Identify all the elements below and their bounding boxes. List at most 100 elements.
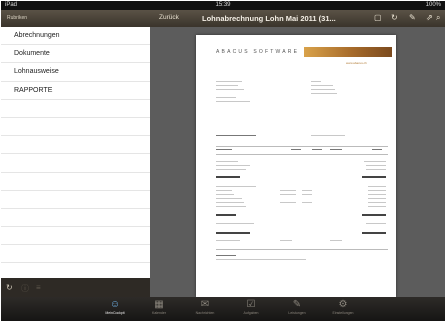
text-line [311, 135, 345, 137]
text-line [216, 135, 256, 137]
sidebar-title: Rubriken [7, 15, 28, 21]
text-line [362, 176, 386, 178]
text-line [366, 165, 386, 167]
payslip-document[interactable]: ABACUS SOFTWARE www.abacus.ch [196, 35, 396, 297]
text-line [311, 85, 333, 87]
text-line [216, 232, 250, 234]
tab-label: MeinCockpit [105, 311, 125, 315]
checklist-icon: ☑ [246, 299, 256, 310]
sidebar-item-dokumente[interactable]: Dokumente [1, 45, 150, 64]
text-line [216, 149, 232, 151]
sidebar-header: Rubriken [1, 10, 150, 27]
sidebar-item-rapporte[interactable]: RAPPORTE [1, 82, 150, 100]
text-line [216, 194, 234, 196]
empty-row [1, 191, 150, 209]
tab-aufgaben[interactable]: ☑ Aufgaben [227, 298, 275, 320]
text-line [311, 89, 335, 91]
text-line [216, 169, 246, 171]
text-line [216, 101, 250, 103]
text-line [291, 149, 301, 151]
empty-row [1, 154, 150, 173]
clock: 15:39 [215, 2, 231, 8]
text-line [330, 149, 342, 151]
search-icon[interactable]: ⌕ [436, 13, 440, 23]
empty-row [1, 100, 150, 118]
company-name: ABACUS SOFTWARE [216, 49, 300, 55]
divider [216, 249, 388, 250]
text-line [362, 214, 386, 216]
text-line [368, 198, 386, 200]
text-line [302, 190, 312, 192]
refresh-icon[interactable]: ↻ [6, 283, 13, 292]
text-line [364, 161, 386, 163]
tab-label: Nachrichten [195, 311, 215, 315]
text-line [216, 190, 232, 192]
text-line [216, 89, 244, 91]
text-line [216, 97, 236, 99]
tab-bar: ☺ MeinCockpit ▦ Kalender ✉ Nachrichten ☑… [1, 297, 445, 321]
text-line [216, 214, 236, 216]
sidebar-footer: ↻ ⓘ ≡ [1, 278, 150, 297]
gear-icon: ⚙ [338, 299, 348, 310]
status-bar: iPad 15:39 100% [1, 1, 445, 10]
tab-label: Aufgaben [243, 311, 259, 315]
sidebar: Rubriken Abrechnungen Dokumente Lohnausw… [1, 10, 150, 297]
sidebar-item-label: Abrechnungen [14, 32, 60, 39]
text-line [368, 186, 386, 188]
text-line [302, 202, 312, 204]
sidebar-item-label: RAPPORTE [14, 86, 53, 94]
divider [216, 154, 388, 155]
text-line [366, 169, 386, 171]
calendar-icon: ▦ [154, 299, 164, 310]
share-icon[interactable]: ⇗ [426, 13, 433, 23]
text-line [311, 81, 321, 83]
text-line [280, 202, 296, 204]
text-line [216, 259, 306, 261]
text-line [302, 194, 312, 196]
empty-row [1, 245, 150, 264]
text-line [216, 81, 242, 83]
pencil-icon: ✎ [292, 299, 302, 310]
sidebar-item-lohnausweise[interactable]: Lohnausweise [1, 63, 150, 82]
text-line [330, 240, 342, 242]
divider [216, 146, 388, 147]
square-icon[interactable]: ▢ [374, 13, 382, 23]
back-button[interactable]: Zurück [159, 14, 179, 21]
empty-row [1, 173, 150, 191]
text-line [366, 223, 386, 225]
text-line [216, 165, 250, 167]
text-line [216, 161, 238, 163]
text-line [368, 202, 386, 204]
sidebar-item-abrechnungen[interactable]: Abrechnungen [1, 27, 150, 46]
tab-nachrichten[interactable]: ✉ Nachrichten [181, 298, 229, 320]
text-line [362, 232, 386, 234]
battery-level: 100% [425, 2, 441, 8]
empty-row [1, 227, 150, 246]
tab-label: Kalender [151, 311, 166, 315]
tab-label: Leistungen [288, 311, 306, 315]
sidebar-list: Abrechnungen Dokumente Lohnausweise RAPP… [1, 27, 150, 282]
refresh-icon[interactable]: ↻ [391, 13, 398, 23]
tab-kalender[interactable]: ▦ Kalender [135, 298, 183, 320]
text-line [216, 202, 244, 204]
empty-row [1, 118, 150, 137]
empty-row [1, 209, 150, 228]
tab-einstellungen[interactable]: ⚙ Einstellungen [319, 298, 367, 320]
sidebar-item-label: Lohnausweise [14, 68, 59, 76]
tab-meincockpit[interactable]: ☺ MeinCockpit [91, 298, 139, 320]
tab-leistungen[interactable]: ✎ Leistungen [273, 298, 321, 320]
text-line [216, 186, 256, 188]
company-website: www.abacus.ch [346, 61, 367, 65]
text-line [311, 93, 337, 95]
text-line [216, 240, 240, 242]
text-line [312, 149, 322, 151]
text-line [216, 176, 240, 178]
sidebar-item-label: Dokumente [14, 50, 50, 58]
empty-row [1, 136, 150, 155]
menu-icon[interactable]: ≡ [36, 283, 41, 292]
text-line [216, 85, 238, 87]
info-icon[interactable]: ⓘ [21, 283, 29, 294]
edit-icon[interactable]: ✎ [409, 13, 416, 23]
text-line [368, 194, 386, 196]
person-icon: ☺ [109, 299, 121, 310]
